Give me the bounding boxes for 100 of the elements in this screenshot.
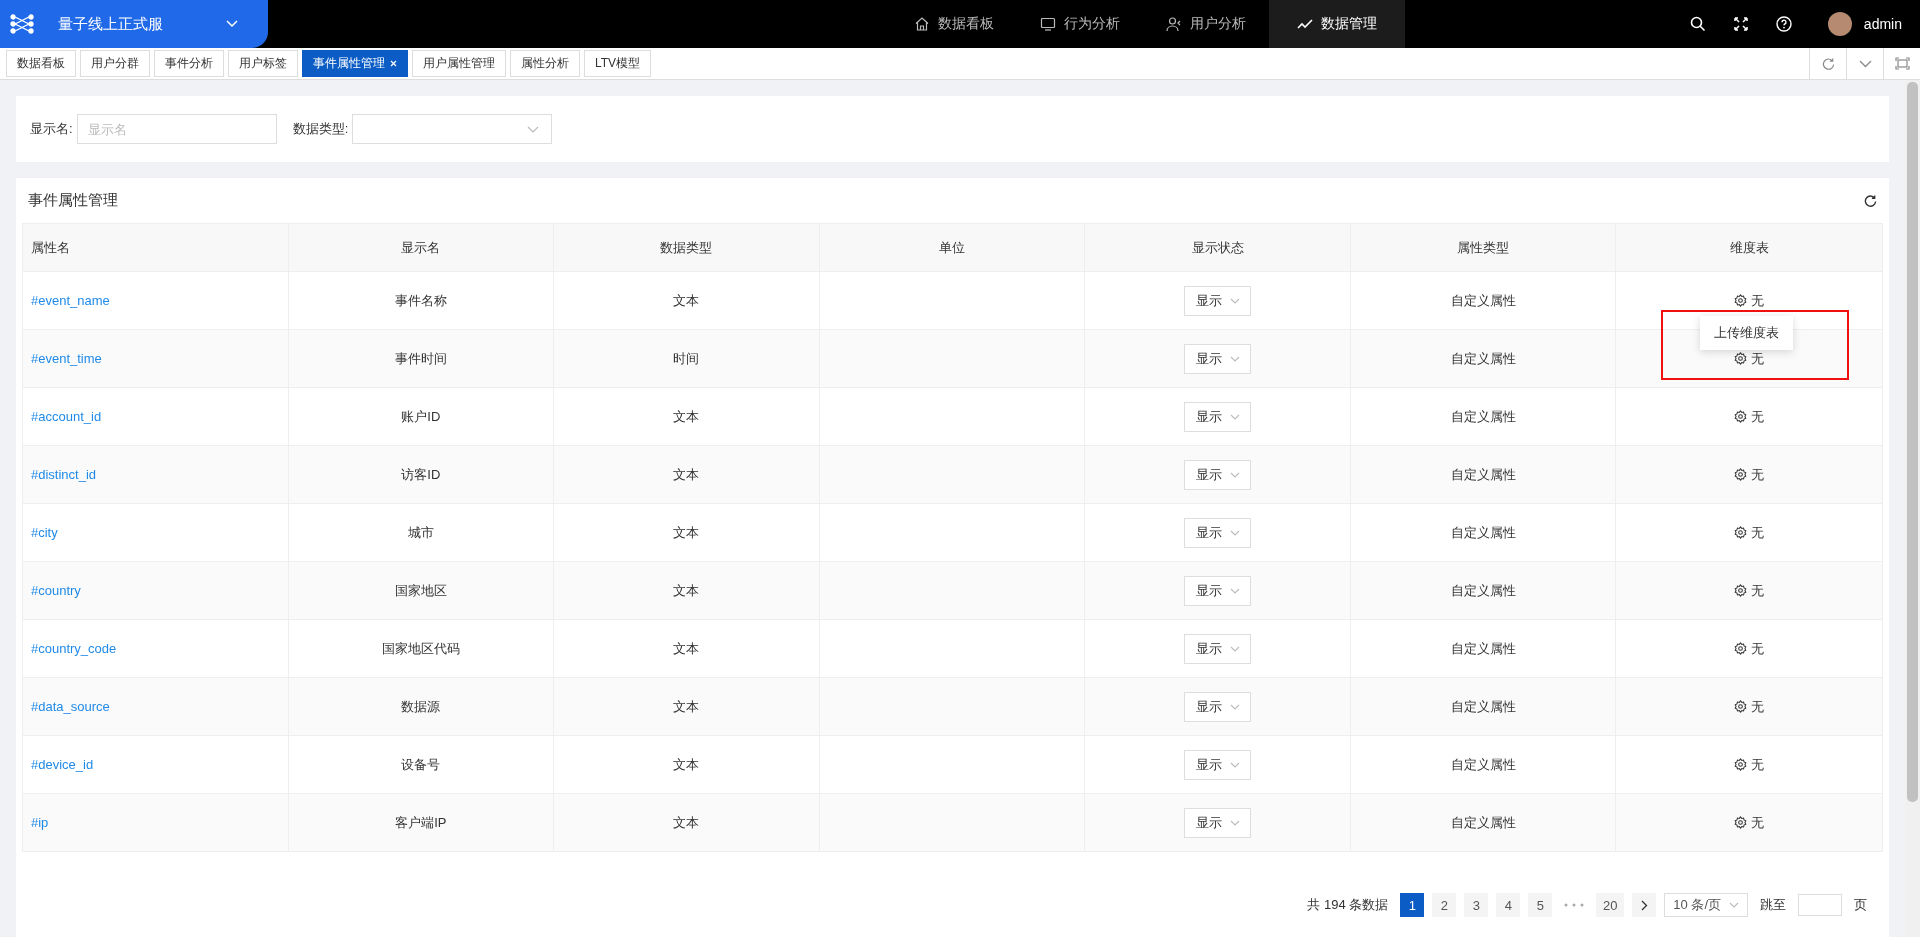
refresh-icon[interactable] — [1864, 194, 1877, 207]
table-cell: 无 — [1751, 813, 1765, 832]
status-select[interactable]: 显示 — [1184, 633, 1252, 664]
table-cell: 城市 — [407, 523, 434, 542]
status-select[interactable]: 显示 — [1184, 517, 1252, 548]
status-select[interactable]: 显示 — [1184, 575, 1252, 606]
table-cell: 自定义属性 — [1450, 813, 1516, 832]
status-select[interactable]: 显示 — [1184, 343, 1252, 374]
nav-item[interactable]: 用户分析 — [1142, 0, 1269, 48]
table-cell: 客户端IP — [395, 813, 447, 832]
table-cell: 自定义属性 — [1450, 697, 1516, 716]
page-button[interactable]: 2 — [1432, 893, 1457, 917]
next-page-button[interactable] — [1632, 893, 1657, 917]
settings-icon[interactable] — [1734, 352, 1748, 365]
page-tab[interactable]: LTV模型 — [584, 50, 652, 77]
table-cell: 文本 — [673, 291, 700, 310]
brand-panel[interactable]: 量子线上正式服 — [0, 0, 268, 48]
close-icon[interactable] — [390, 60, 397, 67]
field-label: 显示名: — [30, 120, 73, 138]
table-cell: 无 — [1751, 407, 1765, 426]
property-link[interactable]: #device_id — [31, 757, 94, 772]
page-tab[interactable]: 用户属性管理 — [412, 50, 506, 77]
property-link[interactable]: #event_time — [31, 351, 102, 366]
table-cell: 事件名称 — [394, 291, 447, 310]
page-button[interactable]: 20 — [1596, 893, 1625, 917]
jump-label: 跳至 — [1760, 896, 1786, 914]
table-cell: 自定义属性 — [1450, 581, 1516, 600]
settings-icon[interactable] — [1734, 758, 1748, 771]
page-suffix: 页 — [1854, 896, 1867, 914]
chevron-down-icon — [1230, 413, 1241, 420]
table-cell: 无 — [1751, 697, 1765, 716]
table-cell: 文本 — [673, 813, 700, 832]
tooltip[interactable]: 上传维度表 — [1700, 316, 1794, 350]
maximize-icon — [1894, 57, 1910, 70]
page-button[interactable]: 5 — [1528, 893, 1553, 917]
column-header: 属性类型 — [1350, 224, 1617, 271]
page-tab[interactable]: 用户标签 — [228, 50, 298, 77]
settings-icon[interactable] — [1734, 816, 1748, 829]
name-input[interactable]: 显示名 — [76, 114, 277, 144]
property-link[interactable]: #distinct_id — [31, 467, 97, 482]
status-select[interactable]: 显示 — [1184, 691, 1252, 722]
nav-item[interactable]: 数据管理 — [1268, 0, 1405, 48]
table-cell: 无 — [1751, 523, 1765, 542]
page-tab[interactable]: 数据看板 — [6, 50, 76, 77]
table-cell: 文本 — [673, 697, 700, 716]
column-header: 维度表 — [1728, 238, 1770, 257]
table-cell: 文本 — [673, 465, 700, 484]
page-tab[interactable]: 用户分群 — [80, 50, 150, 77]
property-link[interactable]: #account_id — [31, 409, 102, 424]
help-icon[interactable] — [1775, 16, 1792, 32]
property-link[interactable]: #city — [31, 525, 58, 540]
column-header: 属性名 — [23, 224, 289, 271]
settings-icon[interactable] — [1734, 700, 1748, 713]
table-cell: 自定义属性 — [1450, 291, 1516, 310]
column-header: 显示状态 — [1085, 224, 1351, 271]
chevron-down-icon — [1230, 355, 1241, 362]
table-cell: 无 — [1751, 349, 1765, 368]
username[interactable]: admin — [1863, 16, 1902, 32]
status-select[interactable]: 显示 — [1184, 459, 1252, 490]
table-cell: 文本 — [673, 639, 700, 658]
status-select[interactable]: 显示 — [1184, 401, 1252, 432]
nav-item[interactable]: 行为分析 — [1016, 0, 1143, 48]
page-tab[interactable]: 属性分析 — [510, 50, 580, 77]
monitor-icon — [1039, 16, 1056, 32]
page-tab[interactable]: 事件属性管理 — [302, 50, 408, 77]
fullscreen-icon[interactable] — [1733, 17, 1748, 31]
table-cell: 时间 — [673, 349, 700, 368]
avatar[interactable] — [1827, 12, 1852, 36]
property-link[interactable]: #country — [31, 583, 81, 598]
nav-item[interactable]: 数据看板 — [890, 0, 1017, 48]
settings-icon[interactable] — [1734, 642, 1748, 655]
settings-icon[interactable] — [1734, 294, 1748, 307]
table-cell: 账户ID — [401, 407, 441, 426]
settings-icon[interactable] — [1734, 584, 1748, 597]
property-link[interactable]: #ip — [31, 815, 49, 830]
page-input[interactable] — [1798, 894, 1842, 916]
status-select[interactable]: 显示 — [1184, 285, 1252, 316]
chevron-right-icon — [1640, 899, 1648, 911]
table-cell: 文本 — [673, 755, 700, 774]
page-button[interactable]: 4 — [1496, 893, 1521, 917]
column-header: 数据类型 — [554, 224, 820, 271]
settings-icon[interactable] — [1734, 468, 1748, 481]
search-icon[interactable] — [1689, 16, 1706, 32]
property-link[interactable]: #data_source — [31, 699, 110, 714]
chevron-down-icon — [1230, 645, 1241, 652]
property-link[interactable]: #country_code — [31, 641, 117, 656]
status-select[interactable]: 显示 — [1184, 749, 1252, 780]
settings-icon[interactable] — [1734, 410, 1748, 423]
chevron-down-icon — [1858, 59, 1872, 68]
user-icon — [1165, 16, 1182, 32]
settings-icon[interactable] — [1734, 526, 1748, 539]
status-select[interactable]: 显示 — [1184, 807, 1252, 838]
property-link[interactable]: #event_name — [31, 293, 110, 308]
page-button[interactable]: 3 — [1464, 893, 1489, 917]
table-cell: 自定义属性 — [1450, 639, 1516, 658]
page-tab[interactable]: 事件分析 — [154, 50, 224, 77]
page-size-select[interactable]: 10 条/页 — [1664, 893, 1748, 917]
page-button[interactable]: 1 — [1400, 893, 1425, 917]
scrollbar[interactable] — [1905, 80, 1920, 937]
chevron-down-icon — [1230, 471, 1241, 478]
